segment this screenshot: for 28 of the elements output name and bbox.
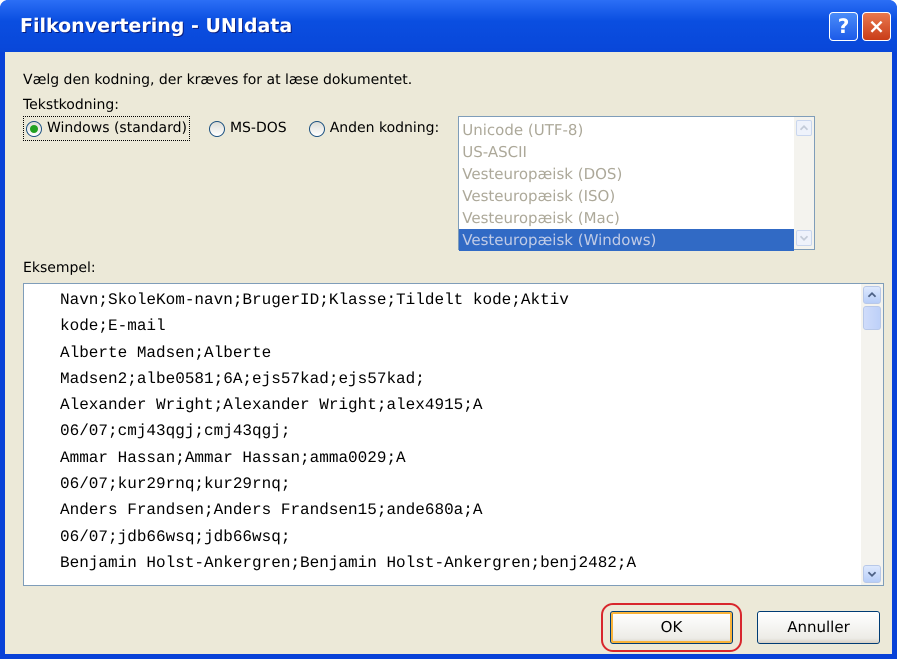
encoding-label: Tekstkodning: bbox=[23, 96, 120, 115]
instruction-text: Vælg den kodning, der kræves for at læse dokumentet. bbox=[23, 71, 414, 90]
preview-line: kode;E-mail bbox=[60, 316, 167, 338]
help-button[interactable]: ? bbox=[829, 12, 858, 40]
preview-line: Alberte Madsen;Alberte bbox=[60, 342, 272, 364]
preview-line: Madsen2;albe0581;6A;ejs57kad;ejs57kad; bbox=[60, 368, 426, 390]
radio-label[interactable]: MS-DOS bbox=[230, 118, 287, 139]
radio-button[interactable] bbox=[208, 120, 225, 136]
radio-label[interactable]: Anden kodning: bbox=[330, 118, 440, 139]
preview-line: Alexander Wright;Alexander Wright;alex4915;A bbox=[60, 395, 484, 416]
dialog-button[interactable]: Annuller bbox=[757, 611, 880, 644]
scroll-up-icon[interactable] bbox=[863, 286, 881, 304]
scroll-down-icon[interactable] bbox=[863, 565, 881, 583]
preview-line: Ammar Hassan;Ammar Hassan;amma0029;A bbox=[60, 448, 407, 469]
preview-line: Benjamin Holst-Ankergren;Benjamin Holst-Ankergren;benj2482;A bbox=[60, 552, 638, 574]
preview-line: Anders Frandsen;Anders Frandsen15;ande680a;A bbox=[60, 500, 484, 522]
close-button[interactable]: × bbox=[862, 12, 891, 40]
preview-label: Eksempel: bbox=[23, 259, 97, 278]
scrollbar[interactable] bbox=[861, 284, 883, 585]
scroll-thumb[interactable] bbox=[863, 306, 881, 330]
preview-line: Navn;SkoleKom-navn;BrugerID;Klasse;Tildelt kode;Aktiv bbox=[60, 290, 570, 311]
preview-line: 06/07;jdb66wsq;jdb66wsq; bbox=[60, 526, 292, 548]
radio-button[interactable] bbox=[26, 120, 42, 136]
dialog-button[interactable]: OK bbox=[610, 611, 733, 644]
radio-button[interactable] bbox=[308, 120, 325, 136]
preview-line: 06/07;kur29rnq;kur29rnq; bbox=[60, 474, 292, 496]
preview-line: 06/07;cmj43qgj;cmj43qgj; bbox=[60, 421, 292, 442]
window-title: Filkonvertering - UNIdata bbox=[20, 14, 292, 39]
